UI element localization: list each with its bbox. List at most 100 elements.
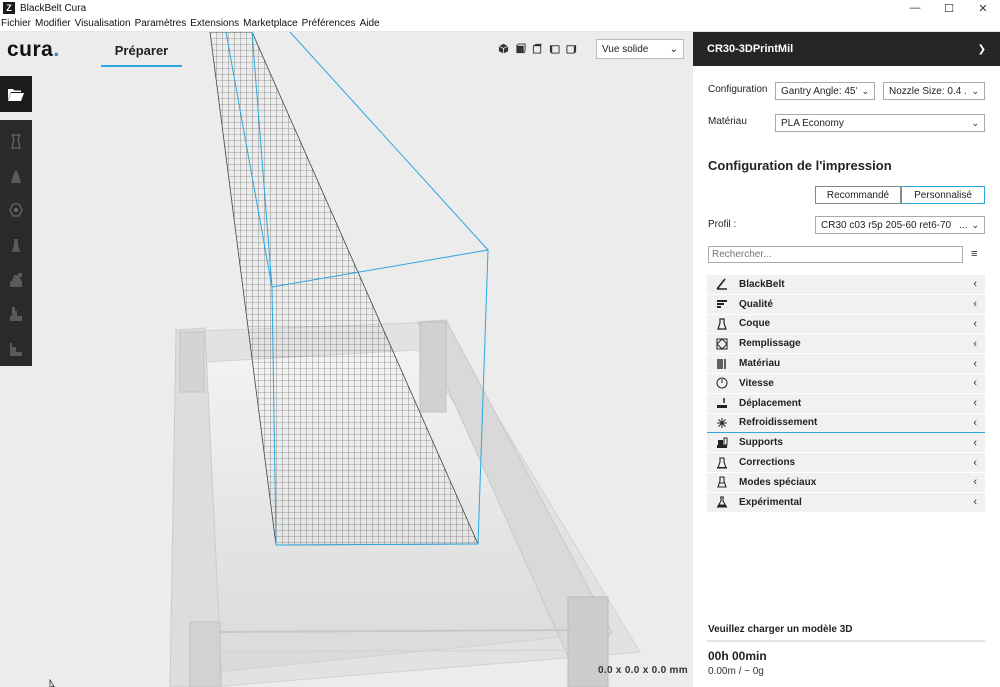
- chevron-down-icon: ⌄: [861, 85, 869, 96]
- window-title: BlackBelt Cura: [20, 2, 87, 14]
- maximize-button[interactable]: ☐: [932, 0, 966, 16]
- settings-categories: BlackBelt ‹ Qualité ‹ Coque ‹ Remplissag…: [707, 275, 985, 513]
- settings-visibility-menu-icon[interactable]: ≡: [971, 248, 977, 260]
- chevron-left-icon: ‹: [973, 337, 977, 350]
- menu-marketplace[interactable]: Marketplace: [242, 18, 300, 29]
- category-quality[interactable]: Qualité ‹: [707, 294, 985, 315]
- mirror-tool[interactable]: [0, 228, 32, 263]
- chevron-down-icon: ⌄: [669, 43, 678, 55]
- left-view-icon[interactable]: [546, 40, 563, 57]
- support-icon: [715, 436, 729, 450]
- print-time-estimate: 00h 00min: [708, 649, 767, 663]
- experimental-icon: [715, 495, 729, 509]
- chevron-left-icon: ‹: [973, 476, 977, 489]
- title-bar: Z BlackBelt Cura — ☐ ✕: [0, 0, 1000, 16]
- blackbelt-icon: [715, 277, 729, 291]
- profile-label: Profil :: [708, 219, 737, 230]
- cooling-icon: [715, 416, 729, 430]
- per-model-settings-tool[interactable]: [0, 262, 32, 297]
- material-icon: [715, 357, 729, 371]
- view-mode-select[interactable]: Vue solide ⌄: [596, 39, 684, 59]
- printer-selector[interactable]: CR30-3DPrintMil ❯: [693, 32, 1000, 66]
- custom-mode-button[interactable]: Personnalisé: [901, 186, 985, 204]
- settings-search-input[interactable]: [708, 246, 963, 263]
- category-cooling[interactable]: Refroidissement ‹: [707, 413, 985, 434]
- chevron-left-icon: ‹: [973, 278, 977, 291]
- 3d-view-icon[interactable]: [495, 40, 512, 57]
- category-material[interactable]: Matériau ‹: [707, 354, 985, 374]
- rotate-tool[interactable]: [0, 193, 32, 228]
- category-special-modes[interactable]: Modes spéciaux ‹: [707, 472, 985, 493]
- category-support[interactable]: Supports ‹: [707, 433, 985, 454]
- move-icon: [11, 134, 21, 149]
- chevron-down-icon: ❯: [977, 43, 986, 55]
- front-view-icon[interactable]: [512, 40, 529, 57]
- tool-panel: [0, 120, 32, 366]
- chevron-left-icon: ‹: [973, 436, 977, 449]
- printer-name: CR30-3DPrintMil: [707, 43, 794, 55]
- top-view-icon[interactable]: [529, 40, 546, 57]
- category-shell[interactable]: Coque ‹: [707, 314, 985, 335]
- category-speed[interactable]: Vitesse ‹: [707, 373, 985, 394]
- category-blackbelt[interactable]: BlackBelt ‹: [707, 275, 985, 295]
- chevron-left-icon: ‹: [973, 298, 977, 311]
- build-plate-viewport[interactable]: [0, 32, 693, 687]
- print-setup-title: Configuration de l'impression: [708, 158, 892, 173]
- scale-tool[interactable]: [0, 159, 32, 194]
- close-button[interactable]: ✕: [966, 0, 1000, 16]
- print-settings-panel: CR30-3DPrintMil ❯ Configuration Gantry A…: [693, 32, 1000, 687]
- category-infill[interactable]: Remplissage ‹: [707, 334, 985, 355]
- adhesion-icon: [715, 456, 729, 470]
- cura-logo: cura.: [7, 38, 60, 61]
- move-tool[interactable]: [0, 124, 32, 159]
- mouse-cursor-icon: [49, 679, 55, 687]
- menu-help[interactable]: Aide: [359, 18, 383, 29]
- menu-bar: Fichier Modifier Visualisation Paramètre…: [0, 16, 1000, 32]
- right-view-icon[interactable]: [563, 40, 580, 57]
- material-label: Matériau: [708, 116, 747, 127]
- support-blocker-tool[interactable]: [0, 297, 32, 332]
- chevron-left-icon: ‹: [973, 317, 977, 330]
- chevron-left-icon: ‹: [973, 397, 977, 410]
- support-blocker-icon: [10, 307, 22, 322]
- category-experimental[interactable]: Expérimental ‹: [707, 492, 985, 513]
- menu-extensions[interactable]: Extensions: [189, 18, 242, 29]
- view-mode-value: Vue solide: [602, 43, 649, 55]
- view-orientation-controls: [495, 40, 580, 57]
- menu-preferences[interactable]: Préférences: [301, 18, 359, 29]
- shell-icon: [715, 317, 729, 331]
- menu-settings[interactable]: Paramètres: [134, 18, 190, 29]
- material-select[interactable]: PLA Economy ⌄: [775, 114, 985, 132]
- footer-divider: [707, 640, 985, 642]
- material-estimate: 0.00m / ~ 0g: [708, 666, 764, 677]
- profile-select[interactable]: CR30 c03 r5p 205-60 ret6-70 v45 ... ⌄: [815, 216, 985, 234]
- build-volume-scene: [169, 32, 641, 687]
- recommended-mode-button[interactable]: Recommandé: [815, 186, 901, 204]
- tab-prepare[interactable]: Préparer: [101, 36, 182, 67]
- travel-icon: [715, 396, 729, 410]
- menu-edit[interactable]: Modifier: [34, 18, 74, 29]
- quality-icon: [715, 297, 729, 311]
- minimize-button[interactable]: —: [898, 0, 932, 16]
- chevron-left-icon: ‹: [973, 357, 977, 370]
- gantry-angle-select[interactable]: Gantry Angle: 45° ⌄: [775, 82, 875, 100]
- per-model-settings-icon: [10, 272, 22, 287]
- app-icon: Z: [3, 2, 15, 14]
- window-controls: — ☐ ✕: [898, 0, 1000, 16]
- category-travel[interactable]: Déplacement ‹: [707, 393, 985, 414]
- nozzle-size-select[interactable]: Nozzle Size: 0.4 ... ⌄: [883, 82, 985, 100]
- folder-open-icon: [8, 88, 24, 101]
- layer-tool[interactable]: [0, 331, 32, 366]
- chevron-left-icon: ‹: [973, 416, 977, 429]
- left-toolbar: [0, 76, 32, 366]
- configuration-label: Configuration: [708, 84, 768, 95]
- layer-icon: [10, 342, 22, 356]
- rotate-icon: [9, 203, 23, 218]
- menu-view[interactable]: Visualisation: [74, 18, 134, 29]
- menu-file[interactable]: Fichier: [0, 18, 34, 29]
- setup-mode-toggle: Recommandé Personnalisé: [815, 186, 985, 204]
- scale-icon: [11, 170, 21, 183]
- load-model-message: Veuillez charger un modèle 3D: [708, 624, 853, 635]
- category-corrections[interactable]: Corrections ‹: [707, 453, 985, 473]
- open-file-button[interactable]: [0, 76, 32, 112]
